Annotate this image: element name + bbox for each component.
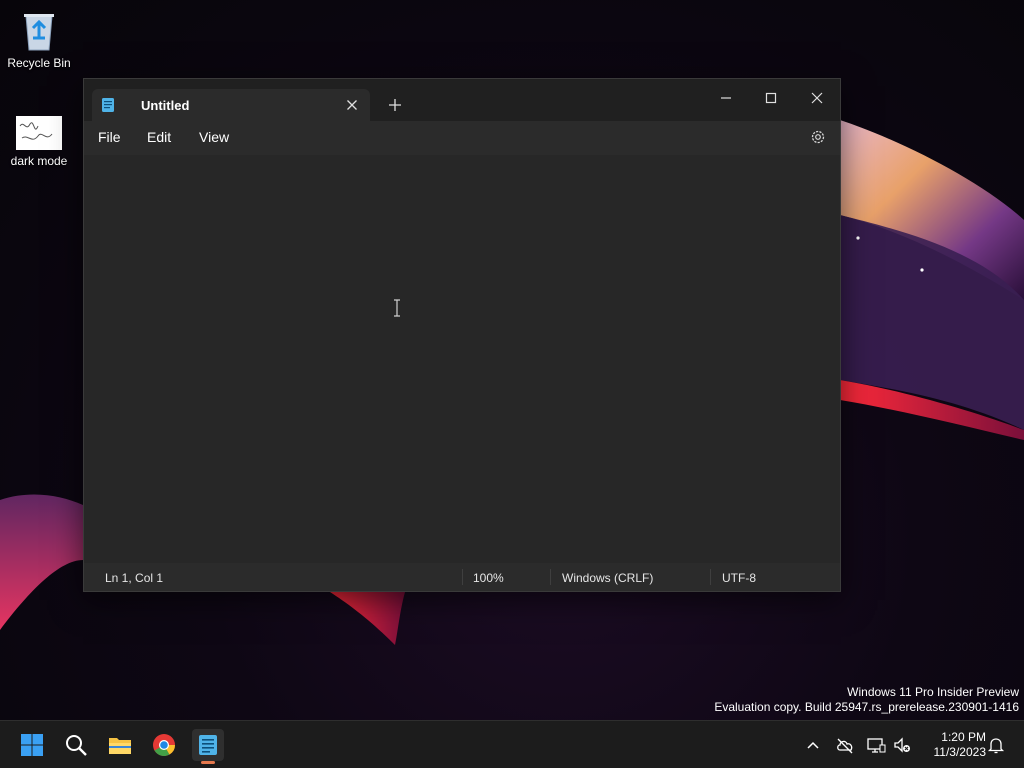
desktop-icon-dark-mode[interactable]: dark mode: [0, 116, 78, 168]
text-cursor-icon: [394, 299, 400, 317]
network-icon: [867, 738, 886, 753]
chrome-icon: [153, 734, 175, 756]
close-icon: [347, 100, 357, 110]
image-thumbnail-icon: [16, 116, 62, 150]
chrome-button[interactable]: [148, 729, 180, 761]
encoding: UTF-8: [722, 571, 756, 585]
menu-view[interactable]: View: [199, 129, 229, 145]
line-ending: Windows (CRLF): [562, 571, 654, 585]
search-button[interactable]: [60, 729, 92, 761]
text-editor[interactable]: [84, 155, 840, 563]
new-tab-button[interactable]: [386, 96, 404, 114]
cursor-position: Ln 1, Col 1: [105, 571, 164, 585]
file-explorer-icon: [109, 738, 131, 754]
show-hidden-icons-button[interactable]: [803, 735, 823, 755]
minimize-icon: [721, 97, 731, 99]
volume-button[interactable]: [892, 735, 912, 755]
close-tab-button[interactable]: [344, 97, 360, 113]
bell-icon: [987, 738, 1005, 754]
desktop-icon-recycle-bin[interactable]: Recycle Bin: [0, 8, 78, 70]
minimize-button[interactable]: [704, 83, 748, 113]
close-icon: [811, 92, 823, 104]
menu-file[interactable]: File: [98, 129, 121, 145]
status-divider: [550, 569, 551, 585]
clock-date: 11/3/2023: [933, 745, 987, 759]
maximize-icon: [765, 92, 777, 104]
status-divider: [462, 569, 463, 585]
cloud-offline-icon: [837, 738, 853, 754]
status-bar: Ln 1, Col 1 100% Windows (CRLF) UTF-8: [84, 563, 840, 591]
taskbar: 1:20 PM 11/3/2023: [0, 720, 1024, 768]
menu-edit[interactable]: Edit: [147, 129, 171, 145]
menu-bar: File Edit View: [84, 121, 840, 155]
zoom-level: 100%: [473, 571, 504, 585]
evaluation-watermark: Windows 11 Pro Insider Preview Evaluatio…: [714, 685, 1019, 715]
recycle-bin-icon: [24, 14, 54, 51]
start-icon: [21, 734, 43, 756]
maximize-button[interactable]: [749, 83, 793, 113]
watermark-line: Evaluation copy. Build 25947.rs_prerelea…: [714, 700, 1019, 714]
system-clock[interactable]: 1:20 PM 11/3/2023: [918, 730, 987, 760]
notepad-icon: [102, 98, 114, 112]
clock-time: 1:20 PM: [941, 730, 986, 744]
file-explorer-button[interactable]: [104, 729, 136, 761]
start-button[interactable]: [16, 729, 48, 761]
notifications-button[interactable]: [986, 735, 1006, 755]
plus-icon: [389, 99, 401, 111]
title-bar[interactable]: Untitled: [84, 79, 840, 121]
active-app-indicator: [201, 761, 215, 764]
search-icon: [66, 735, 87, 756]
desktop-icon-label: Recycle Bin: [7, 56, 71, 70]
desktop-icon-label: dark mode: [10, 154, 68, 168]
settings-button[interactable]: [808, 127, 828, 147]
gear-icon: [811, 130, 825, 144]
watermark-line: Windows 11 Pro Insider Preview: [847, 685, 1019, 699]
notepad-window: Untitled File Edit View Ln 1, Col 1 100%…: [83, 78, 841, 592]
network-button[interactable]: [866, 735, 886, 755]
volume-muted-icon: [894, 737, 910, 753]
notepad-icon: [199, 735, 217, 755]
status-divider: [710, 569, 711, 585]
tab-untitled[interactable]: Untitled: [92, 89, 370, 121]
chevron-up-icon: [807, 741, 819, 749]
tab-title: Untitled: [141, 98, 190, 113]
onedrive-button[interactable]: [835, 735, 855, 755]
close-window-button[interactable]: [795, 83, 839, 113]
notepad-taskbar-button[interactable]: [192, 729, 224, 764]
